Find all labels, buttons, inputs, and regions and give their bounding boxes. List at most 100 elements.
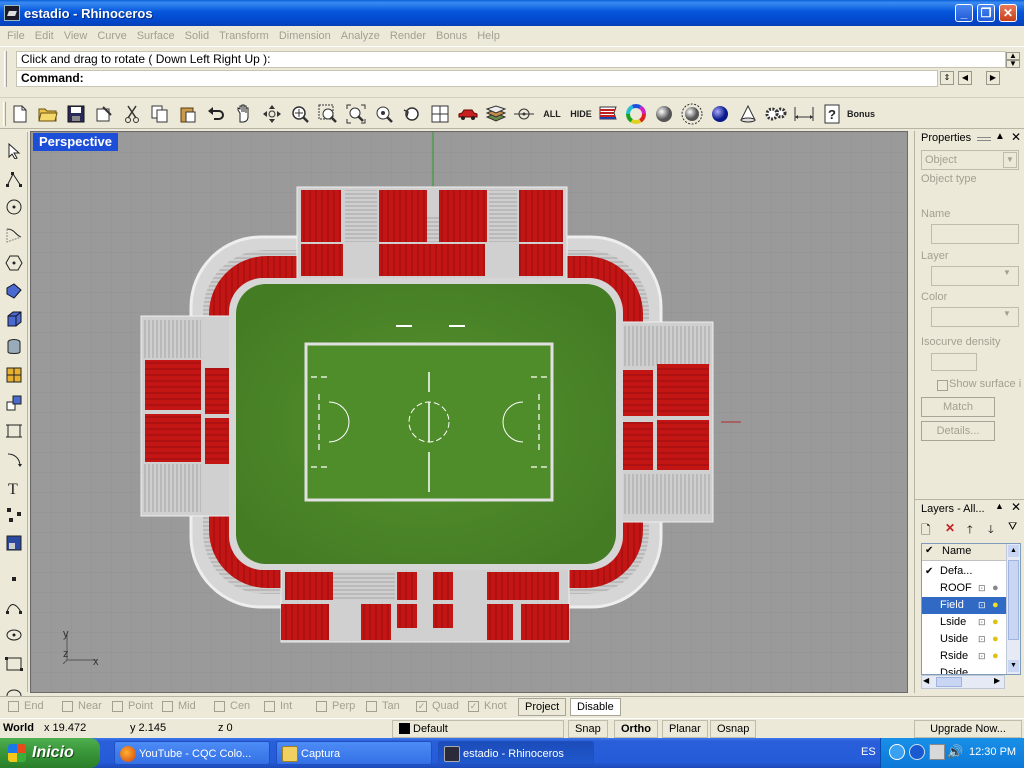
- osnap-perp-checkbox[interactable]: [316, 700, 327, 712]
- menu-solid[interactable]: Solid: [180, 30, 214, 42]
- new-file-icon[interactable]: [8, 102, 32, 126]
- viewport-title-label[interactable]: Perspective: [33, 133, 118, 151]
- cut-icon[interactable]: [120, 102, 144, 126]
- start-button[interactable]: Inicio: [0, 738, 100, 768]
- details-button[interactable]: Details...: [921, 421, 995, 441]
- save-icon[interactable]: [64, 102, 88, 126]
- taskbar-captura[interactable]: Captura: [276, 741, 432, 765]
- osnap-mid[interactable]: Mid: [162, 700, 196, 712]
- rendered-sphere-icon[interactable]: [680, 102, 704, 126]
- rhino-app-icon[interactable]: [4, 5, 20, 21]
- select-arrow-icon[interactable]: [3, 140, 25, 162]
- options-gears-icon[interactable]: [764, 102, 788, 126]
- copy-icon[interactable]: [148, 102, 172, 126]
- lock-icon[interactable]: ⊡: [978, 614, 986, 631]
- show-surface-checkbox[interactable]: [937, 380, 948, 391]
- osnap-icon[interactable]: [512, 102, 536, 126]
- snap-toggle[interactable]: Snap: [568, 720, 608, 738]
- lock-icon[interactable]: ⊡: [978, 648, 986, 665]
- interpolate-curve-icon[interactable]: [3, 596, 25, 618]
- restore-button[interactable]: ❐: [977, 4, 995, 22]
- dimension-icon[interactable]: [792, 102, 816, 126]
- zoom-window-icon[interactable]: [316, 102, 340, 126]
- layer-row[interactable]: ✔ Defa...: [922, 563, 1006, 580]
- print-setup-icon[interactable]: [92, 102, 116, 126]
- scroll-up-icon[interactable]: ▲: [1008, 545, 1019, 557]
- move-layer-down-icon[interactable]: 🡓: [988, 521, 994, 540]
- menu-file[interactable]: File: [2, 30, 30, 42]
- flag-icon[interactable]: [596, 102, 620, 126]
- osnap-near[interactable]: Near: [62, 700, 102, 712]
- menu-render[interactable]: Render: [385, 30, 431, 42]
- minimize-button[interactable]: _: [955, 4, 973, 22]
- layers-dock-arrow[interactable]: ▲: [995, 501, 1004, 511]
- menu-curve[interactable]: Curve: [92, 30, 131, 42]
- hscroll-thumb[interactable]: [936, 677, 962, 687]
- array-icon[interactable]: [3, 420, 25, 442]
- box-solid-icon[interactable]: [3, 308, 25, 330]
- bulb-icon[interactable]: ●: [992, 597, 999, 614]
- osnap-mid-checkbox[interactable]: [162, 700, 173, 712]
- command-spin-icon[interactable]: ⇕: [940, 71, 954, 85]
- osnap-cen[interactable]: Cen: [214, 700, 250, 712]
- object-type-dropdown-icon[interactable]: ▼: [1003, 152, 1017, 168]
- layers-icon[interactable]: [484, 102, 508, 126]
- menu-help[interactable]: Help: [472, 30, 505, 42]
- layer-row-selected[interactable]: Field ⊡ ●: [922, 597, 1006, 614]
- shaded-sphere-icon[interactable]: [652, 102, 676, 126]
- name-column-header[interactable]: Name: [942, 545, 971, 557]
- color-wheel-icon[interactable]: [624, 102, 648, 126]
- car-camera-icon[interactable]: [456, 102, 480, 126]
- bulb-icon[interactable]: ●: [992, 580, 999, 597]
- osnap-tan[interactable]: Tan: [366, 700, 400, 712]
- rotate-view-icon[interactable]: [260, 102, 284, 126]
- bulb-icon[interactable]: ●: [992, 648, 999, 665]
- color-dropdown-icon[interactable]: ▼: [1003, 309, 1011, 318]
- circle-icon[interactable]: [3, 196, 25, 218]
- menu-view[interactable]: View: [59, 30, 93, 42]
- layers-close-icon[interactable]: ✕: [1011, 500, 1021, 514]
- toolbar-grip[interactable]: [3, 102, 6, 126]
- paste-icon[interactable]: [176, 102, 200, 126]
- layer-row[interactable]: Rside ⊡ ●: [922, 648, 1006, 665]
- polyline-icon[interactable]: [3, 168, 25, 190]
- transform-icon[interactable]: [3, 392, 25, 414]
- scroll-thumb[interactable]: [1008, 560, 1019, 640]
- text-icon[interactable]: T: [3, 476, 25, 498]
- coordinate-system[interactable]: World: [3, 722, 34, 734]
- layer-row[interactable]: Dside: [922, 665, 1006, 674]
- isocurve-stepper[interactable]: [931, 353, 977, 371]
- disable-button[interactable]: Disable: [570, 698, 621, 716]
- polygon-icon[interactable]: [3, 252, 25, 274]
- properties-dock-arrow[interactable]: ▲: [995, 131, 1005, 142]
- bulb-icon[interactable]: ●: [992, 631, 999, 648]
- menu-bonus[interactable]: Bonus: [431, 30, 472, 42]
- render-sphere-icon[interactable]: [708, 102, 732, 126]
- osnap-knot-checkbox[interactable]: ✓: [468, 700, 479, 712]
- osnap-point-checkbox[interactable]: [112, 700, 123, 712]
- hide-button[interactable]: HIDE: [568, 102, 594, 126]
- project-button[interactable]: Project: [518, 698, 567, 716]
- new-layer-icon[interactable]: 🗋: [921, 521, 931, 542]
- points-icon[interactable]: [3, 504, 25, 526]
- menu-surface[interactable]: Surface: [132, 30, 180, 42]
- scroll-down-icon[interactable]: ▼: [1008, 660, 1019, 672]
- ortho-toggle[interactable]: Ortho: [614, 720, 658, 738]
- four-viewports-icon[interactable]: [428, 102, 452, 126]
- layer-row[interactable]: ROOF ⊡ ●: [922, 580, 1006, 597]
- layers-horizontal-scrollbar[interactable]: ◀ ▶: [921, 675, 1005, 689]
- menu-analyze[interactable]: Analyze: [336, 30, 385, 42]
- filter-icon[interactable]: ⛛: [1008, 521, 1017, 534]
- network-tray-icon[interactable]: [929, 744, 945, 760]
- name-field[interactable]: [931, 224, 1019, 244]
- help-icon[interactable]: ?: [820, 102, 844, 126]
- undo-view-icon[interactable]: [400, 102, 424, 126]
- clock[interactable]: 12:30 PM: [969, 746, 1016, 758]
- scroll-right-icon[interactable]: ▶: [994, 676, 1000, 685]
- rectangle-icon[interactable]: [3, 652, 25, 674]
- fillet-icon[interactable]: [3, 448, 25, 470]
- zoom-dynamic-icon[interactable]: [288, 102, 312, 126]
- delete-layer-icon[interactable]: ✕: [945, 521, 955, 535]
- layer-row[interactable]: Lside ⊡ ●: [922, 614, 1006, 631]
- scroll-left-icon[interactable]: ◀: [923, 676, 929, 685]
